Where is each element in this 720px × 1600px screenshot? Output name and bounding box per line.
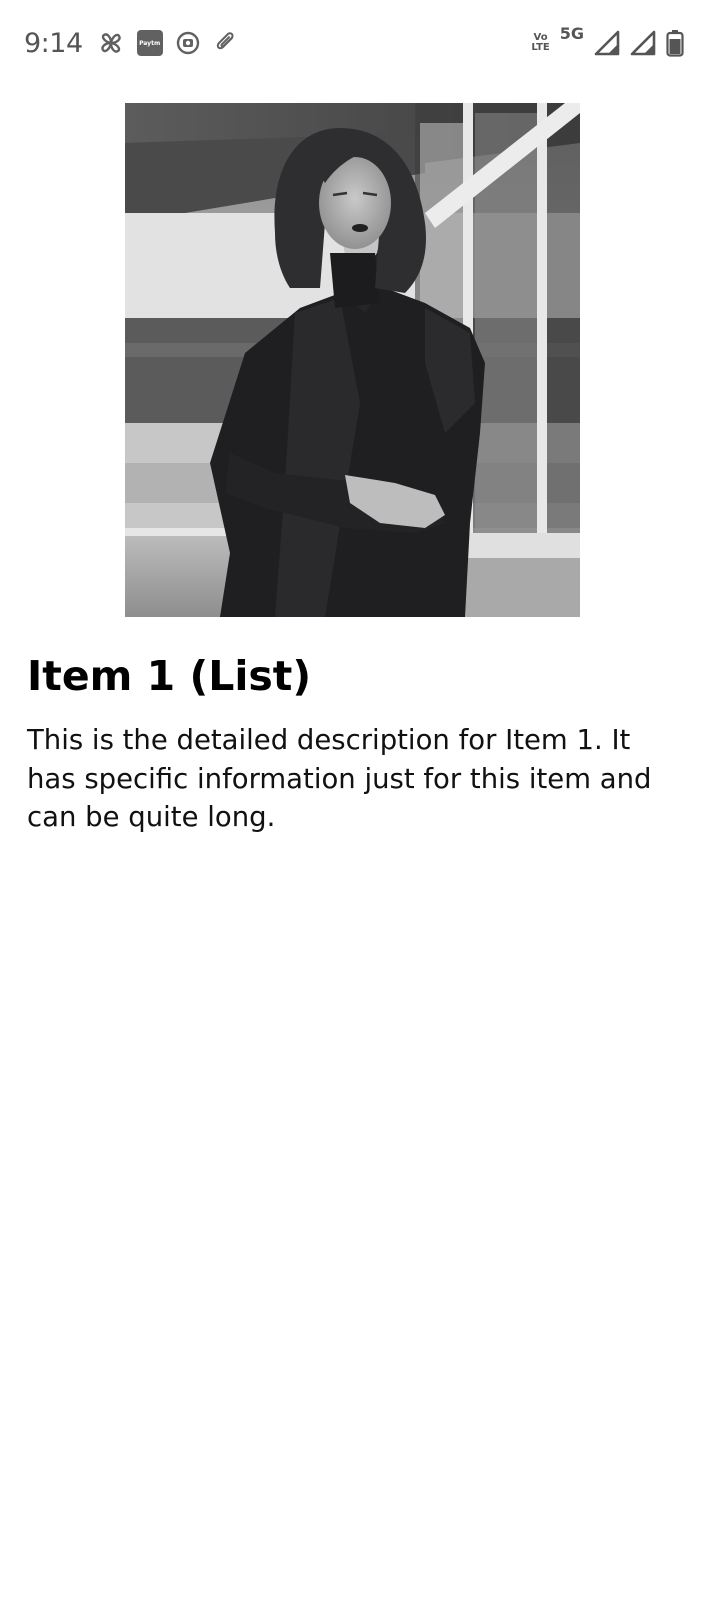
signal-icon <box>594 30 620 56</box>
signal-icon <box>630 30 656 56</box>
pinwheel-icon <box>97 29 125 57</box>
item-description: This is the detailed description for Ite… <box>27 724 652 833</box>
status-bar-right: Vo LTE 5G <box>531 24 684 60</box>
status-bar-left: 9:14 Paytm <box>24 26 239 60</box>
status-time: 9:14 <box>24 27 83 59</box>
record-icon <box>175 30 201 56</box>
paytm-icon: Paytm <box>136 30 163 56</box>
network-type: 5G <box>559 24 584 43</box>
status-bar: 9:14 Paytm Vo LTE 5G <box>0 0 720 86</box>
paperclip-icon <box>213 30 239 56</box>
battery-icon <box>666 29 684 57</box>
volte-bottom-label: LTE <box>531 42 550 53</box>
item-title: Item 1 (List) <box>27 652 312 700</box>
item-image <box>125 103 580 617</box>
volte-icon: Vo LTE <box>531 33 549 53</box>
